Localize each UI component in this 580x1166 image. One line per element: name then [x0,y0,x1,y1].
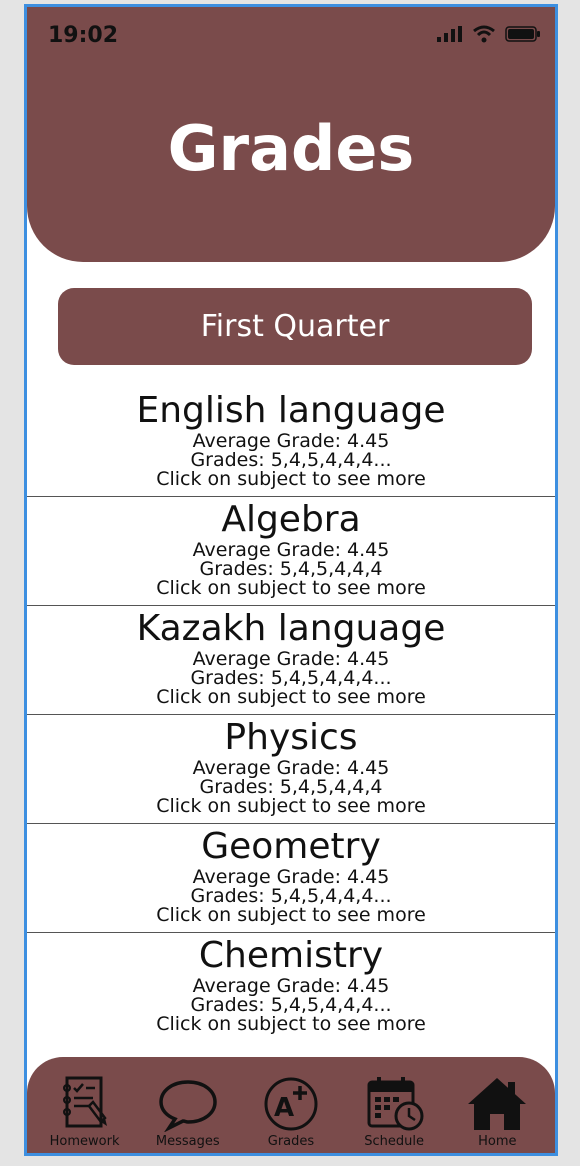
speech-bubble-icon [159,1080,217,1132]
nav-item-home[interactable]: Home [451,1074,543,1149]
subject-name: Kazakh language [136,608,446,649]
subject-item[interactable]: Chemistry Average Grade: 4.45 Grades: 5,… [27,933,555,1042]
page-title: Grades [167,112,415,185]
subject-name: Algebra [221,499,361,540]
subject-hint: Click on subject to see more [156,795,426,817]
nav-label-homework: Homework [49,1134,120,1149]
subject-name: English language [136,390,446,431]
nav-item-messages[interactable]: Messages [142,1076,234,1149]
status-icons [437,25,541,43]
subject-item[interactable]: Algebra Average Grade: 4.45 Grades: 5,4,… [27,497,555,606]
house-icon [468,1078,527,1130]
nav-label-messages: Messages [155,1134,220,1149]
nav-item-homework[interactable]: Homework [39,1074,131,1149]
signal-icon [437,26,462,42]
status-time: 19:02 [48,23,119,48]
subject-name: Geometry [201,826,381,867]
subject-item[interactable]: English language Average Grade: 4.45 Gra… [27,388,555,497]
phone-screen: 19:02 Grades First Quarter English langu… [24,4,558,1156]
subject-hint: Click on subject to see more [156,577,426,599]
subject-name: Physics [224,717,358,758]
subject-hint: Click on subject to see more [156,904,426,926]
bottom-nav: Homework Messages A Grades Schedule Home [27,1057,555,1153]
subject-item[interactable]: Geometry Average Grade: 4.45 Grades: 5,4… [27,824,555,933]
subject-hint: Click on subject to see more [156,686,426,708]
svg-text:A: A [274,1093,294,1123]
subject-item[interactable]: Kazakh language Average Grade: 4.45 Grad… [27,606,555,715]
subject-hint: Click on subject to see more [156,468,426,490]
nav-label-schedule: Schedule [364,1134,425,1149]
header: 19:02 Grades [27,7,555,262]
subject-hint: Click on subject to see more [156,1013,426,1035]
nav-item-schedule[interactable]: Schedule [348,1074,440,1149]
nav-label-home: Home [478,1134,517,1149]
nav-item-grades[interactable]: A Grades [245,1074,337,1149]
calendar-clock-icon [367,1077,424,1131]
homework-icon [62,1076,107,1128]
quarter-selector-button[interactable]: First Quarter [58,288,532,365]
wifi-icon [473,25,495,43]
subject-list: English language Average Grade: 4.45 Gra… [27,388,555,1042]
subject-item[interactable]: Physics Average Grade: 4.45 Grades: 5,4,… [27,715,555,824]
subject-name: Chemistry [198,935,384,976]
battery-icon [505,26,540,42]
nav-label-grades: Grades [267,1134,315,1149]
a-plus-icon: A [264,1077,318,1131]
